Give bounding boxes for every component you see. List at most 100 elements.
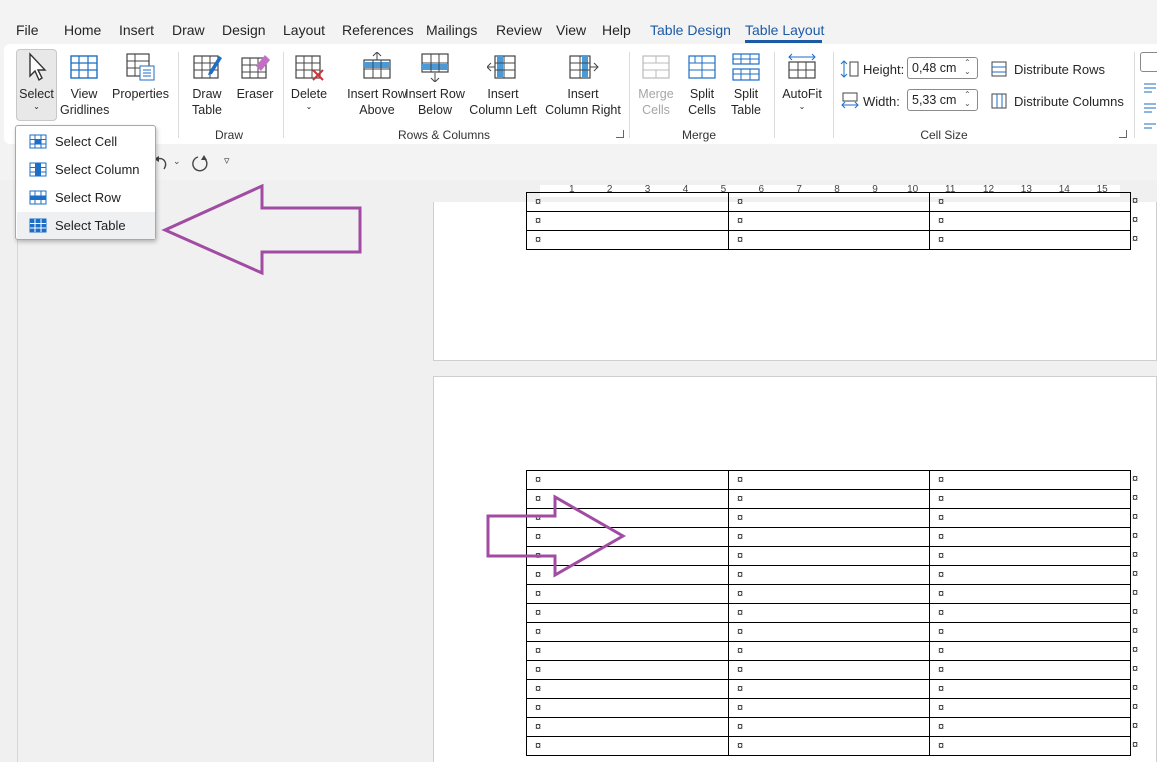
- table-cell[interactable]: ¤: [929, 192, 1131, 212]
- table-cell[interactable]: ¤: [728, 470, 930, 490]
- table-row[interactable]: ¤ ¤ ¤: [526, 603, 1131, 623]
- text-direction-icon[interactable]: [1142, 80, 1157, 130]
- table-cell[interactable]: ¤: [526, 622, 729, 642]
- select-column-item[interactable]: Select Column: [17, 156, 155, 183]
- split-cells-button[interactable]: Split Cells: [682, 52, 722, 118]
- table-cell[interactable]: ¤: [728, 527, 930, 547]
- autofit-button[interactable]: AutoFit ⌄: [780, 52, 824, 112]
- undo-dropdown-icon[interactable]: ⌄: [173, 156, 181, 167]
- tab-help[interactable]: Help: [602, 22, 631, 38]
- tab-table-design[interactable]: Table Design: [650, 22, 731, 38]
- table-row[interactable]: ¤ ¤ ¤: [526, 641, 1131, 661]
- table-cell[interactable]: ¤: [728, 736, 930, 756]
- table-cell[interactable]: ¤: [526, 470, 729, 490]
- tab-mailings[interactable]: Mailings: [426, 22, 477, 38]
- table-cell[interactable]: ¤: [728, 603, 930, 623]
- table-cell[interactable]: ¤: [929, 565, 1131, 585]
- split-table-button[interactable]: Split Table: [726, 52, 766, 118]
- table-cell[interactable]: ¤: [526, 736, 729, 756]
- table-cell[interactable]: ¤: [929, 527, 1131, 547]
- tab-insert[interactable]: Insert: [119, 22, 154, 38]
- table-cell[interactable]: ¤: [929, 508, 1131, 528]
- table-cell[interactable]: ¤: [728, 508, 930, 528]
- table-row[interactable]: ¤ ¤ ¤: [526, 698, 1131, 718]
- table-cell[interactable]: ¤: [728, 679, 930, 699]
- table-row[interactable]: ¤ ¤ ¤: [526, 622, 1131, 642]
- tab-home[interactable]: Home: [64, 22, 101, 38]
- table-cell[interactable]: ¤: [728, 565, 930, 585]
- table-cell[interactable]: ¤: [526, 584, 729, 604]
- select-row-item[interactable]: Select Row: [17, 184, 155, 211]
- insert-column-left-button[interactable]: Insert Column Left: [468, 52, 538, 118]
- table-cell[interactable]: ¤: [929, 584, 1131, 604]
- table-cell[interactable]: ¤: [728, 717, 930, 737]
- tab-view[interactable]: View: [556, 22, 586, 38]
- table-cell[interactable]: ¤: [929, 679, 1131, 699]
- table-row[interactable]: ¤ ¤ ¤: [526, 211, 1131, 231]
- tab-draw[interactable]: Draw: [172, 22, 205, 38]
- eraser-button[interactable]: Eraser: [232, 52, 278, 102]
- table-cell[interactable]: ¤: [929, 641, 1131, 661]
- word-table[interactable]: ¤ ¤ ¤ ¤ ¤ ¤ ¤ ¤ ¤: [526, 192, 1131, 250]
- table-cell[interactable]: ¤: [929, 230, 1131, 250]
- rows-columns-launcher-icon[interactable]: [616, 130, 624, 138]
- table-row[interactable]: ¤ ¤ ¤: [526, 717, 1131, 737]
- table-cell[interactable]: ¤: [526, 679, 729, 699]
- table-cell[interactable]: ¤: [929, 470, 1131, 490]
- table-cell[interactable]: ¤: [526, 641, 729, 661]
- tab-table-layout[interactable]: Table Layout: [745, 22, 824, 38]
- table-cell[interactable]: ¤: [526, 698, 729, 718]
- insert-row-below-button[interactable]: Insert Row Below: [404, 52, 466, 118]
- table-cell[interactable]: ¤: [728, 489, 930, 509]
- table-row[interactable]: ¤ ¤ ¤: [526, 230, 1131, 250]
- table-cell[interactable]: ¤: [929, 717, 1131, 737]
- height-input[interactable]: 0,48 cm ⌃ ⌄: [907, 57, 978, 79]
- customize-qat-icon[interactable]: ▿: [224, 154, 230, 167]
- insert-row-above-button[interactable]: Insert Row Above: [342, 52, 412, 118]
- table-row[interactable]: ¤ ¤ ¤: [526, 660, 1131, 680]
- select-cell-item[interactable]: Select Cell: [17, 128, 155, 155]
- table-cell[interactable]: ¤: [728, 660, 930, 680]
- table-cell[interactable]: ¤: [929, 736, 1131, 756]
- table-cell[interactable]: ¤: [728, 192, 930, 212]
- tab-layout[interactable]: Layout: [283, 22, 325, 38]
- properties-button[interactable]: Properties: [112, 52, 169, 102]
- table-cell[interactable]: ¤: [929, 660, 1131, 680]
- merge-cells-button[interactable]: Merge Cells: [634, 52, 678, 118]
- insert-column-right-button[interactable]: Insert Column Right: [544, 52, 622, 118]
- table-cell[interactable]: ¤: [929, 698, 1131, 718]
- table-row[interactable]: ¤ ¤ ¤: [526, 192, 1131, 212]
- table-cell[interactable]: ¤: [526, 717, 729, 737]
- table-cell[interactable]: ¤: [526, 192, 729, 212]
- table-cell[interactable]: ¤: [929, 622, 1131, 642]
- table-row[interactable]: ¤ ¤ ¤: [526, 679, 1131, 699]
- tab-review[interactable]: Review: [496, 22, 542, 38]
- table-cell[interactable]: ¤: [929, 489, 1131, 509]
- width-input[interactable]: 5,33 cm ⌃ ⌄: [907, 89, 978, 111]
- table-row[interactable]: ¤ ¤ ¤: [526, 736, 1131, 756]
- table-cell[interactable]: ¤: [728, 622, 930, 642]
- tab-references[interactable]: References: [342, 22, 414, 38]
- select-table-item[interactable]: Select Table: [17, 212, 155, 239]
- table-cell[interactable]: ¤: [728, 641, 930, 661]
- table-cell[interactable]: ¤: [728, 584, 930, 604]
- tab-design[interactable]: Design: [222, 22, 266, 38]
- table-row[interactable]: ¤ ¤ ¤: [526, 584, 1131, 604]
- view-gridlines-button[interactable]: View Gridlines: [60, 52, 109, 118]
- table-cell[interactable]: ¤: [929, 211, 1131, 231]
- table-cell[interactable]: ¤: [526, 230, 729, 250]
- table-cell[interactable]: ¤: [526, 660, 729, 680]
- table-cell[interactable]: ¤: [728, 546, 930, 566]
- tab-file[interactable]: File: [16, 22, 39, 38]
- draw-table-button[interactable]: Draw Table: [186, 52, 228, 118]
- table-row[interactable]: ¤ ¤ ¤: [526, 470, 1131, 490]
- alignment-group-icon[interactable]: [1140, 52, 1157, 72]
- spinner-arrows-icon[interactable]: ⌃ ⌄: [964, 90, 974, 110]
- table-cell[interactable]: ¤: [929, 603, 1131, 623]
- delete-button[interactable]: Delete ⌄: [288, 52, 330, 112]
- table-cell[interactable]: ¤: [526, 603, 729, 623]
- table-cell[interactable]: ¤: [526, 211, 729, 231]
- spinner-arrows-icon[interactable]: ⌃ ⌄: [964, 58, 974, 78]
- table-cell[interactable]: ¤: [728, 211, 930, 231]
- table-cell[interactable]: ¤: [728, 230, 930, 250]
